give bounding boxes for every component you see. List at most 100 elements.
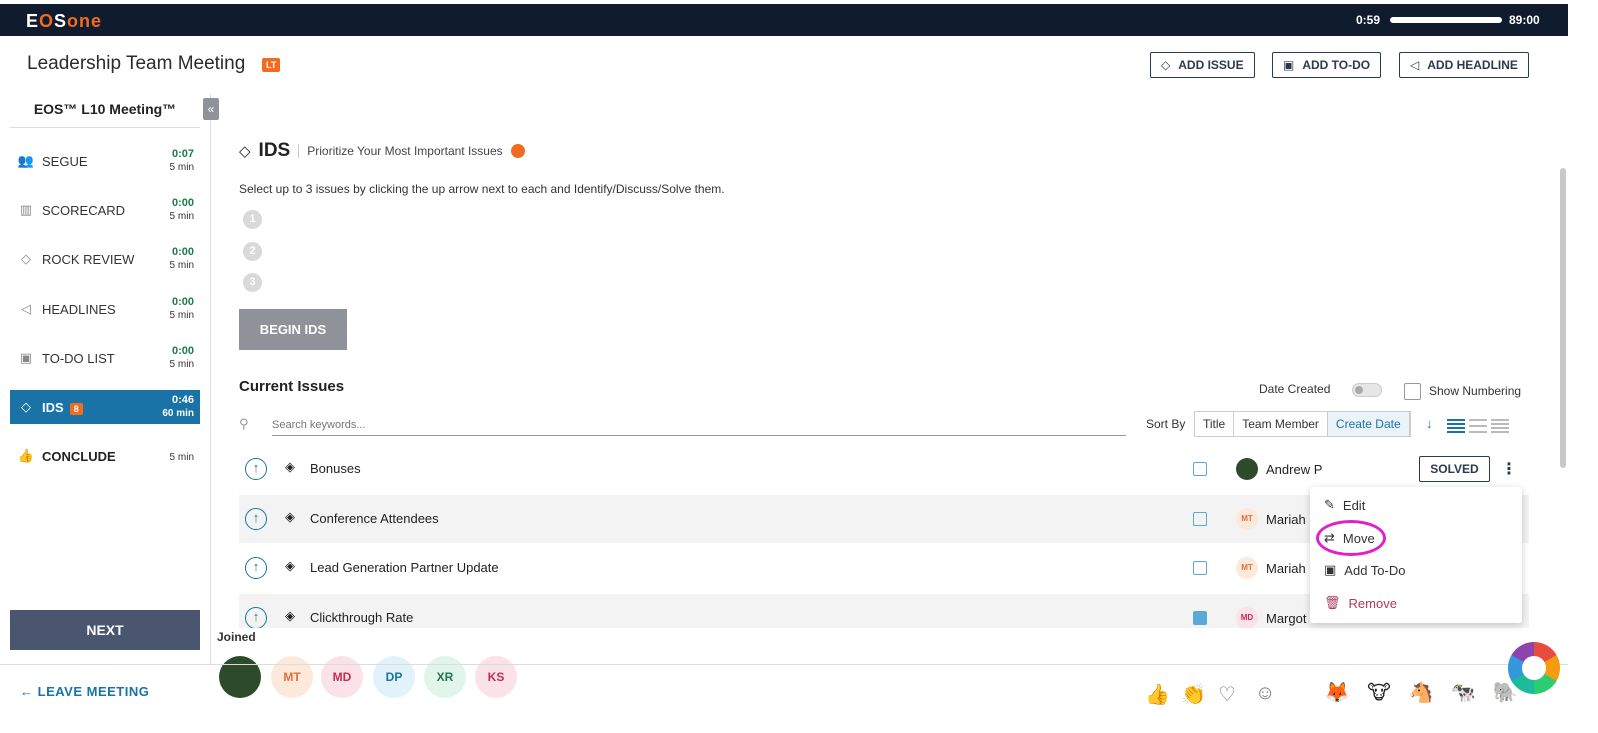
- timer-progress-bar: [1390, 17, 1502, 23]
- meeting-badge: LT: [262, 58, 281, 72]
- leave-meeting-button[interactable]: ← LEAVE MEETING: [20, 684, 149, 699]
- sidebar-item-time: 0:00: [171, 197, 194, 209]
- add-todo-label: ADD TO-DO: [1302, 58, 1371, 72]
- date-created-toggle[interactable]: [1352, 383, 1382, 397]
- ids-title: IDS: [258, 140, 291, 161]
- attendee-avatar[interactable]: DP: [373, 656, 415, 698]
- issue-row[interactable]: ↑ ◈ Bonuses Andrew P SOLVED ⋮: [239, 445, 1529, 493]
- prioritize-up-arrow-icon[interactable]: ↑: [245, 607, 267, 628]
- dense-view-icon[interactable]: [1491, 419, 1509, 433]
- calendar-icon: ▣: [1324, 562, 1337, 577]
- sidebar-item-conclude[interactable]: 👍 CONCLUDE 5 min: [10, 439, 200, 473]
- list-view-icon[interactable]: [1447, 419, 1465, 433]
- priority-slot: 3: [243, 273, 262, 292]
- color-wheel-icon[interactable]: [1508, 642, 1560, 694]
- issue-title[interactable]: Lead Generation Partner Update: [310, 560, 499, 575]
- compact-view-icon[interactable]: [1469, 419, 1487, 433]
- add-issue-button[interactable]: ◇ ADD ISSUE: [1150, 52, 1255, 78]
- clap-reaction-icon[interactable]: 👏: [1181, 682, 1206, 707]
- prioritize-up-arrow-icon[interactable]: ↑: [245, 508, 267, 530]
- ids-subtitle: Prioritize Your Most Important Issues: [298, 144, 503, 158]
- attendee-avatar[interactable]: KS: [475, 656, 517, 698]
- sort-direction-icon[interactable]: ↓: [1426, 416, 1433, 431]
- solved-button[interactable]: SOLVED: [1419, 456, 1490, 482]
- help-icon[interactable]: [510, 144, 525, 158]
- avatar: MT: [1236, 508, 1258, 530]
- search-input[interactable]: [272, 414, 1126, 436]
- sidebar-item-todo-list[interactable]: ▣ TO-DO LIST 0:00 5 min: [10, 341, 200, 375]
- begin-ids-button[interactable]: BEGIN IDS: [239, 309, 347, 350]
- more-options-icon[interactable]: ⋮: [1501, 459, 1517, 479]
- sidebar-item-segue[interactable]: 👥 SEGUE 0:07 5 min: [10, 144, 200, 178]
- sort-title-button[interactable]: Title: [1195, 412, 1235, 436]
- sidebar-item-duration: 5 min: [169, 451, 194, 463]
- avatar: MD: [1236, 607, 1258, 628]
- show-numbering-label: Show Numbering: [1429, 384, 1522, 398]
- issue-title[interactable]: Bonuses: [310, 461, 361, 476]
- issue-owner: Margot: [1266, 611, 1307, 626]
- dairy-cow-reaction-icon[interactable]: 🐄: [1446, 676, 1480, 710]
- meeting-title: Leadership Team Meeting: [27, 53, 246, 74]
- priority-slot: 1: [243, 210, 262, 229]
- note-icon[interactable]: [1193, 611, 1207, 625]
- timer-total: 89:00: [1509, 13, 1540, 27]
- add-headline-button[interactable]: ◁ ADD HEADLINE: [1399, 52, 1529, 78]
- attendee-avatar[interactable]: MT: [271, 656, 313, 698]
- next-button[interactable]: NEXT: [10, 610, 200, 650]
- issue-title[interactable]: Conference Attendees: [310, 511, 439, 526]
- fox-reaction-icon[interactable]: 🦊: [1320, 676, 1354, 710]
- collapse-sidebar-icon[interactable]: «: [203, 98, 219, 120]
- top-bar: EOSone 0:59 89:00: [0, 4, 1568, 36]
- chart-icon: ▥: [19, 202, 33, 217]
- menu-item-remove[interactable]: 🗑 Remove: [1324, 595, 1397, 611]
- note-icon[interactable]: [1193, 512, 1207, 526]
- sidebar-item-duration: 5 min: [169, 310, 194, 321]
- current-issues-title: Current Issues: [239, 378, 345, 395]
- sidebar-item-time: 0:46: [171, 394, 194, 406]
- sidebar-item-label: SEGUE: [42, 153, 88, 169]
- issue-owner: Mariah: [1266, 512, 1306, 527]
- prioritize-up-arrow-icon[interactable]: ↑: [245, 458, 267, 480]
- sidebar-item-scorecard[interactable]: ▥ SCORECARD 0:00 5 min: [10, 193, 200, 227]
- gem-icon: ◇: [21, 251, 31, 266]
- scrollbar[interactable]: [1560, 168, 1566, 468]
- footer-divider: [0, 664, 1568, 665]
- donkey-reaction-icon[interactable]: 🐴: [1404, 676, 1438, 710]
- sidebar-item-time: 0:00: [171, 246, 194, 258]
- menu-item-add-todo[interactable]: ▣ Add To-Do: [1324, 562, 1405, 578]
- add-todo-button[interactable]: ▣ ADD TO-DO: [1272, 52, 1382, 78]
- attendee-avatar[interactable]: XR: [424, 656, 466, 698]
- issue-owner: Andrew P: [1266, 462, 1323, 477]
- avatar: MT: [1236, 557, 1258, 579]
- smile-reaction-icon[interactable]: ☺: [1255, 682, 1275, 705]
- attendee-avatar[interactable]: MD: [321, 656, 363, 698]
- heart-reaction-icon[interactable]: ♡: [1218, 682, 1236, 707]
- issue-title[interactable]: Clickthrough Rate: [310, 610, 413, 625]
- sidebar-item-label: SCORECARD: [42, 202, 126, 218]
- sidebar-item-time: 0:00: [171, 296, 194, 308]
- menu-item-edit[interactable]: ✎ Edit: [1324, 497, 1365, 513]
- megaphone-icon: ◁: [1410, 58, 1420, 72]
- sidebar-item-duration: 5 min: [169, 359, 194, 370]
- sidebar-title: EOS™ L10 Meeting™: [10, 94, 200, 128]
- note-icon[interactable]: [1193, 561, 1207, 575]
- note-icon[interactable]: [1193, 462, 1207, 476]
- ids-instructions: Select up to 3 issues by clicking the up…: [239, 182, 725, 196]
- diamond-icon: ◇: [239, 143, 251, 160]
- cow-reaction-icon[interactable]: 🐮: [1362, 676, 1396, 710]
- sort-team-member-button[interactable]: Team Member: [1234, 412, 1328, 436]
- attendee-avatar[interactable]: [219, 656, 261, 698]
- show-numbering-checkbox[interactable]: [1404, 383, 1421, 400]
- sidebar-item-ids[interactable]: ◇ IDS 8 0:46 60 min: [10, 390, 200, 424]
- thumbs-up-reaction-icon[interactable]: 👍: [1145, 682, 1170, 707]
- trash-icon: 🗑: [1324, 595, 1341, 610]
- sidebar-item-duration: 5 min: [169, 211, 194, 222]
- megaphone-icon: ◁: [21, 301, 31, 316]
- sidebar-item-headlines[interactable]: ◁ HEADLINES 0:00 5 min: [10, 292, 200, 326]
- prioritize-up-arrow-icon[interactable]: ↑: [245, 557, 267, 579]
- sort-create-date-button[interactable]: Create Date: [1327, 412, 1410, 436]
- sidebar-item-label: HEADLINES: [42, 301, 116, 317]
- priority-slot: 2: [243, 242, 262, 261]
- sidebar-item-rock-review[interactable]: ◇ ROCK REVIEW 0:00 5 min: [10, 242, 200, 276]
- menu-item-label: Add To-Do: [1344, 562, 1406, 578]
